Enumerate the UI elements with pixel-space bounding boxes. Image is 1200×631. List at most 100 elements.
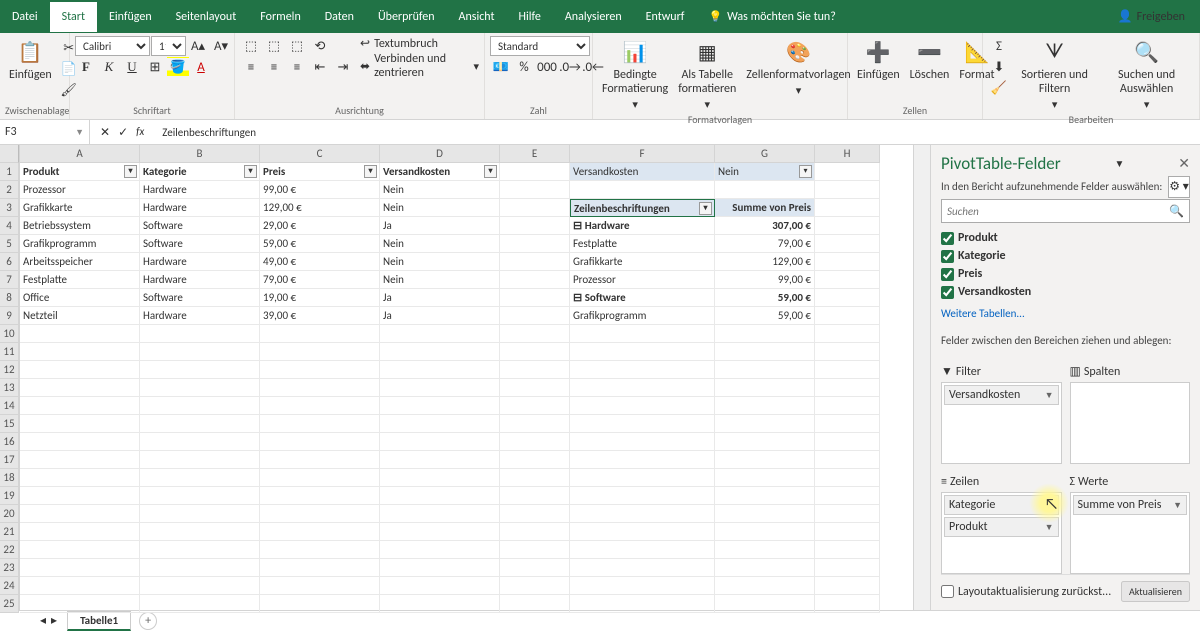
cell[interactable] [500,469,570,487]
cell[interactable] [500,181,570,199]
row-header[interactable]: 20 [0,505,19,523]
cell[interactable]: 59,00 € [260,235,380,253]
cell[interactable] [260,379,380,397]
cell[interactable] [715,181,815,199]
cell[interactable] [500,451,570,469]
cell[interactable] [815,253,880,271]
font-name-select[interactable]: Calibri [75,36,150,56]
cell[interactable] [20,505,140,523]
indent-increase-button[interactable]: ⇥ [332,57,354,77]
cell[interactable] [715,505,815,523]
row-header[interactable]: 17 [0,451,19,469]
cell[interactable] [500,559,570,577]
cell[interactable] [260,325,380,343]
cell[interactable] [815,361,880,379]
row-header[interactable]: 9 [0,307,19,325]
cell[interactable] [570,325,715,343]
row-header[interactable]: 8 [0,289,19,307]
cell[interactable]: Hardware [140,271,260,289]
ribbon-tab-start[interactable]: Start [50,2,97,32]
cell[interactable]: 99,00 € [715,271,815,289]
cell[interactable] [715,559,815,577]
font-size-select[interactable]: 11 [151,36,186,56]
fill-color-button[interactable]: 🪣 [167,57,189,77]
row-header[interactable]: 21 [0,523,19,541]
cell[interactable] [20,487,140,505]
field-kategorie[interactable]: Kategorie [941,247,1190,265]
cell[interactable]: Arbeitsspeicher [20,253,140,271]
cell[interactable] [715,541,815,559]
cell[interactable] [715,343,815,361]
ribbon-tab-analysieren[interactable]: Analysieren [553,2,634,32]
paste-button[interactable]: 📋 Einfügen [5,36,56,84]
cell[interactable]: Betriebssystem [20,217,140,235]
cell[interactable] [20,361,140,379]
cell[interactable] [500,163,570,181]
cell[interactable]: Grafikkarte [20,199,140,217]
row-header[interactable]: 3 [0,199,19,217]
cell[interactable] [500,199,570,217]
column-header[interactable]: F [570,145,715,163]
cell[interactable] [500,577,570,595]
cell-styles-button[interactable]: 🎨Zellenformatvorlagen ▾ [742,36,854,99]
cell[interactable] [500,325,570,343]
cell[interactable] [140,469,260,487]
cell[interactable]: 99,00 € [260,181,380,199]
cell[interactable] [140,541,260,559]
cell[interactable] [380,397,500,415]
cell[interactable] [815,307,880,325]
row-header[interactable]: 6 [0,253,19,271]
cell[interactable] [500,271,570,289]
wrap-text-button[interactable]: ↩Textumbruch [360,36,479,51]
cell[interactable] [380,505,500,523]
cell[interactable] [570,361,715,379]
cell[interactable] [570,577,715,595]
pane-settings-button[interactable]: ⚙ ▾ [1168,176,1190,198]
conditional-formatting-button[interactable]: 📊Bedingte Formatierung ▾ [598,36,672,113]
cell[interactable] [260,451,380,469]
cell[interactable]: 79,00 € [260,271,380,289]
cell[interactable] [570,451,715,469]
clear-button[interactable]: 🧹 [988,78,1010,98]
ribbon-tab-daten[interactable]: Daten [313,2,366,32]
field-checkbox[interactable] [941,286,954,299]
column-header[interactable]: H [815,145,880,163]
cell[interactable] [815,289,880,307]
cell[interactable]: 307,00 € [715,217,815,235]
cell[interactable] [140,361,260,379]
cancel-formula-button[interactable]: ✕ [100,125,110,140]
field-produkt[interactable]: Produkt [941,229,1190,247]
merge-button[interactable]: ⬌Verbinden und zentrieren ▾ [360,52,479,80]
cell[interactable] [260,577,380,595]
cell[interactable] [260,433,380,451]
more-tables-link[interactable]: Weitere Tabellen... [941,307,1190,320]
update-button[interactable]: Aktualisieren [1121,581,1190,602]
filter-button[interactable]: ▾ [244,165,257,178]
cell[interactable] [500,433,570,451]
cell[interactable]: Office [20,289,140,307]
find-select-button[interactable]: 🔍Suchen und Auswählen ▾ [1099,36,1194,113]
cell[interactable] [500,307,570,325]
cell[interactable] [260,361,380,379]
cell[interactable] [500,289,570,307]
cell[interactable] [715,397,815,415]
row-header[interactable]: 7 [0,271,19,289]
cell[interactable]: Grafikkarte [570,253,715,271]
cell[interactable] [500,217,570,235]
cell[interactable]: Hardware [140,199,260,217]
area-chip[interactable]: Kategorie▼ [944,495,1059,515]
cell[interactable] [20,433,140,451]
cell[interactable] [20,379,140,397]
cell[interactable] [570,379,715,397]
cell[interactable]: ⊟ Software [570,289,715,307]
column-header[interactable]: G [715,145,815,163]
cell[interactable] [140,523,260,541]
pane-dropdown[interactable]: ▼ [1115,157,1125,170]
cell[interactable] [20,595,140,613]
underline-button[interactable]: U [121,57,143,77]
cell[interactable] [140,415,260,433]
cell[interactable] [380,595,500,613]
cell[interactable]: Versandkosten▾ [380,163,500,181]
row-header[interactable]: 25 [0,595,19,613]
shrink-font-button[interactable]: A▾ [210,36,232,56]
